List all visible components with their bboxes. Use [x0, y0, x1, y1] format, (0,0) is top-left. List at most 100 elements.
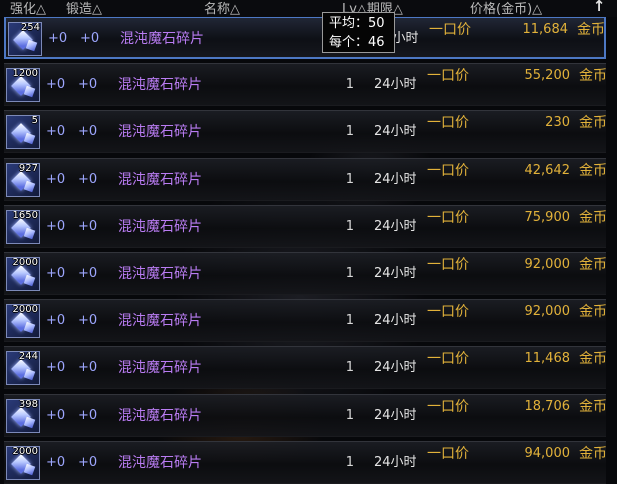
chaos-stone-shard-icon[interactable]: 2000: [6, 445, 40, 480]
sort-by-name-header[interactable]: 名称△: [204, 0, 240, 17]
listing-duration: 24小时: [374, 454, 417, 470]
listing-duration: 24小时: [374, 124, 417, 140]
currency-label: 金币: [579, 445, 607, 462]
item-level: 1: [345, 266, 354, 281]
chaos-stone-shard-icon[interactable]: 2000: [6, 304, 40, 339]
scroll-up-icon[interactable]: ↑: [591, 0, 607, 15]
listing-row[interactable]: 927 +0 +0 混沌魔石碎片 1 24小时 一口价 42,642 金币: [4, 157, 607, 201]
listing-price: 42,642: [524, 162, 571, 178]
listing-row[interactable]: 398 +0 +0 混沌魔石碎片 1 24小时 一口价 18,706 金币: [4, 393, 607, 437]
listing-duration: 24小时: [374, 171, 417, 187]
currency-label: 金币: [579, 68, 607, 85]
listing-duration: 24小时: [374, 360, 417, 376]
tooltip-each-value: 46: [368, 35, 385, 50]
listing-price: 230: [545, 115, 570, 131]
chaos-stone-shard-icon[interactable]: 927: [6, 162, 40, 197]
sale-type: 一口价: [427, 257, 469, 273]
enhance-level: +0: [46, 360, 66, 376]
forge-level: +0: [78, 313, 98, 329]
tooltip-average-line: 平均：50: [329, 14, 394, 33]
stack-count: 398: [18, 398, 38, 410]
sort-by-enhance-header[interactable]: 强化△: [10, 0, 46, 17]
currency-label: 金币: [577, 22, 605, 38]
listing-price: 75,900: [524, 209, 571, 225]
chaos-stone-shard-icon[interactable]: 244: [6, 351, 40, 386]
sale-type: 一口价: [429, 22, 471, 38]
listing-duration: 24小时: [374, 313, 417, 329]
gem-shape-small: [23, 180, 36, 192]
item-level: 1: [345, 77, 354, 93]
enhance-level: +0: [46, 266, 66, 281]
item-name: 混沌魔石碎片: [118, 171, 202, 188]
forge-level: +0: [78, 171, 98, 187]
stack-count: 1200: [12, 68, 38, 80]
tooltip-each-line: 每个：46: [329, 33, 394, 52]
listing-price: 11,468: [524, 351, 571, 367]
chaos-stone-shard-icon[interactable]: 2000: [6, 257, 40, 291]
sale-type: 一口价: [427, 398, 469, 415]
sort-by-price-header[interactable]: 价格(金币)△: [470, 0, 542, 17]
listing-duration: 24小时: [374, 407, 417, 423]
currency-label: 金币: [579, 209, 607, 226]
item-name: 混沌魔石碎片: [118, 454, 202, 471]
currency-label: 金币: [579, 162, 607, 179]
listing-row[interactable]: 2000 +0 +0 混沌魔石碎片 1 24小时 一口价 92,000 金币: [4, 252, 607, 295]
item-level: 1: [345, 171, 354, 187]
enhance-level: +0: [46, 171, 66, 187]
listing-row[interactable]: 5 +0 +0 混沌魔石碎片 1 24小时 一口价 230 金币: [4, 110, 607, 154]
stack-count: 2000: [12, 445, 38, 457]
sale-type: 一口价: [427, 445, 469, 462]
forge-level: +0: [78, 407, 98, 423]
listing-row[interactable]: 1200 +0 +0 混沌魔石碎片 1 24小时 一口价 55,200 金币: [4, 63, 607, 107]
listing-price: 94,000: [524, 445, 571, 461]
listing-price: 11,684: [522, 22, 569, 37]
stack-count: 1650: [12, 209, 38, 221]
item-level: 1: [345, 360, 354, 376]
tooltip-each-label: 每个：: [329, 35, 369, 50]
auction-listing-list: 254+0+0混沌魔石碎片124小时一口价11,684金币1200+0+0混沌魔…: [0, 0, 617, 484]
item-level: 1: [345, 218, 354, 234]
gem-shape-small: [23, 85, 36, 98]
stack-count: 254: [20, 22, 40, 33]
listing-row[interactable]: 244 +0 +0 混沌魔石碎片 1 24小时 一口价 11,468 金币: [4, 346, 607, 390]
sale-type: 一口价: [427, 115, 469, 132]
listing-row[interactable]: 254+0+0混沌魔石碎片124小时一口价11,684金币: [4, 16, 606, 59]
currency-label: 金币: [579, 398, 607, 415]
listing-row[interactable]: 1650 +0 +0 混沌魔石碎片 1 24小时 一口价 75,900 金币: [4, 204, 607, 248]
enhance-level: +0: [46, 77, 66, 93]
currency-label: 金币: [579, 257, 607, 273]
currency-label: 金币: [579, 304, 607, 321]
gem-shape-small: [23, 227, 36, 240]
listing-row[interactable]: 2000 +0 +0 混沌魔石碎片 1 24小时 一口价 92,000 金币: [4, 299, 607, 343]
listing-duration: 24小时: [374, 266, 417, 281]
gem-shape-small: [23, 416, 36, 428]
gem-shape-small: [23, 369, 36, 381]
chaos-stone-shard-icon[interactable]: 5: [6, 115, 40, 150]
item-name: 混沌魔石碎片: [118, 218, 202, 235]
chaos-stone-shard-icon[interactable]: 254: [8, 22, 42, 56]
listing-price: 92,000: [524, 257, 571, 272]
sale-type: 一口价: [427, 351, 469, 368]
stack-count: 2000: [12, 257, 38, 268]
listing-price: 92,000: [524, 304, 571, 320]
item-name: 混沌魔石碎片: [118, 266, 202, 282]
listing-row[interactable]: 2000 +0 +0 混沌魔石碎片 1 24小时 一口价 94,000 金币: [4, 440, 607, 484]
stack-count: 244: [18, 351, 38, 363]
forge-level: +0: [78, 360, 98, 376]
chaos-stone-shard-icon[interactable]: 398: [6, 398, 40, 433]
currency-label: 金币: [579, 351, 607, 368]
sale-type: 一口价: [427, 162, 469, 179]
chaos-stone-shard-icon[interactable]: 1650: [6, 209, 40, 244]
chaos-stone-shard-icon[interactable]: 1200: [6, 68, 40, 103]
forge-level: +0: [80, 31, 100, 46]
forge-level: +0: [78, 266, 98, 281]
stack-count: 927: [18, 162, 38, 174]
item-name: 混沌魔石碎片: [118, 360, 202, 377]
sort-by-forge-header[interactable]: 锻造△: [66, 0, 102, 17]
enhance-level: +0: [46, 407, 66, 423]
forge-level: +0: [78, 77, 98, 93]
item-name: 混沌魔石碎片: [118, 77, 202, 94]
column-header-bar: 强化△ 锻造△ 名称△ Lv△期限△ 价格(金币)△ ↑: [0, 0, 617, 17]
gem-shape-small: [23, 321, 36, 334]
enhance-level: +0: [46, 454, 66, 470]
